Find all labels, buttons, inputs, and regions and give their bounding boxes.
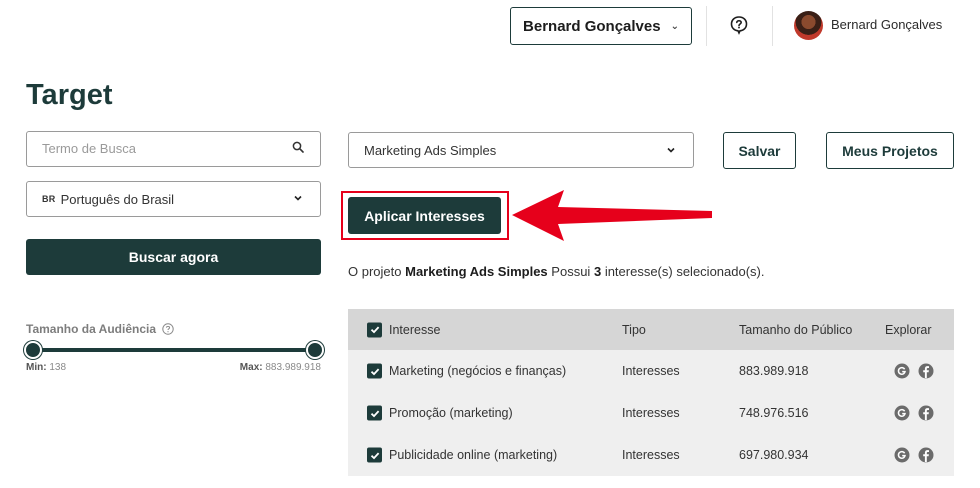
save-button[interactable]: Salvar: [723, 132, 796, 169]
page-title: Target: [26, 79, 113, 111]
summary-project: Marketing Ads Simples: [405, 264, 548, 279]
search-now-button[interactable]: Buscar agora: [26, 239, 321, 275]
project-select[interactable]: Marketing Ads Simples: [348, 132, 694, 168]
select-all-checkbox[interactable]: [367, 322, 382, 337]
audience-size: 748.976.516: [739, 406, 809, 420]
slider-max-readout: Max: 883.989.918: [230, 362, 321, 373]
col-audience-size[interactable]: Tamanho do Público: [739, 323, 852, 337]
google-icon[interactable]: [894, 363, 910, 379]
header-divider: [772, 6, 773, 46]
summary-count: 3: [593, 264, 602, 279]
min-value: 138: [49, 362, 67, 373]
pointer-arrow-icon: [512, 190, 712, 241]
account-select[interactable]: Bernard Gonçalves ⌄: [510, 7, 692, 45]
google-icon[interactable]: [894, 405, 910, 421]
table-row: Promoção (marketing) Interesses 748.976.…: [348, 392, 954, 434]
col-interest[interactable]: Interesse: [389, 323, 440, 337]
table-row: Publicidade online (marketing) Interesse…: [348, 434, 954, 476]
audience-size: 883.989.918: [739, 364, 809, 378]
col-type[interactable]: Tipo: [622, 323, 646, 337]
max-value: 883.989.918: [265, 362, 321, 373]
interest-type: Interesses: [622, 406, 680, 420]
summary-prefix: O projeto: [348, 264, 402, 279]
language-select[interactable]: BR Português do Brasil: [26, 181, 321, 217]
account-select-label: Bernard Gonçalves: [523, 17, 661, 35]
max-label: Max:: [239, 362, 263, 373]
user-name[interactable]: Bernard Gonçalves: [831, 17, 942, 32]
interest-name: Promoção (marketing): [389, 406, 513, 420]
google-icon[interactable]: [894, 447, 910, 463]
col-explore: Explorar: [885, 322, 932, 337]
facebook-icon[interactable]: [918, 447, 934, 463]
audience-size: 697.980.934: [739, 448, 809, 462]
flag-icon: BR: [42, 194, 56, 204]
explore-links: [894, 405, 934, 421]
explore-links: [894, 447, 934, 463]
search-field[interactable]: [26, 131, 321, 167]
audience-size-label: Tamanho da Audiência: [26, 322, 174, 336]
slider-min-readout: Min: 138: [26, 362, 66, 373]
table-header: Interesse Tipo Tamanho do Público Explor…: [348, 309, 954, 350]
facebook-icon[interactable]: [918, 363, 934, 379]
summary-middle: Possui: [551, 264, 591, 279]
audience-slider-track[interactable]: [32, 348, 315, 352]
min-label: Min:: [26, 362, 47, 373]
interest-name: Publicidade online (marketing): [389, 448, 558, 462]
project-select-label: Marketing Ads Simples: [364, 142, 497, 158]
search-input[interactable]: [42, 141, 282, 156]
my-projects-button[interactable]: Meus Projetos: [826, 132, 954, 169]
selection-summary: O projeto Marketing Ads Simples Possui 3…: [348, 264, 765, 279]
row-checkbox[interactable]: [367, 405, 382, 421]
slider-min-handle[interactable]: [24, 341, 42, 359]
chevron-down-icon: ⌄: [670, 20, 679, 32]
apply-interests-button[interactable]: Aplicar Interesses: [348, 197, 501, 234]
row-checkbox[interactable]: [367, 363, 382, 379]
info-icon[interactable]: [162, 323, 174, 335]
interest-type: Interesses: [622, 448, 680, 462]
interest-type: Interesses: [622, 364, 680, 378]
interests-table: Interesse Tipo Tamanho do Público Explor…: [348, 309, 954, 476]
help-icon[interactable]: [729, 15, 749, 35]
explore-links: [894, 363, 934, 379]
row-checkbox[interactable]: [367, 447, 382, 463]
header-divider: [706, 6, 707, 46]
avatar[interactable]: [794, 11, 823, 40]
slider-max-handle[interactable]: [306, 341, 324, 359]
interest-name: Marketing (negócios e finanças): [389, 364, 567, 378]
audience-size-text: Tamanho da Audiência: [26, 322, 157, 336]
facebook-icon[interactable]: [918, 405, 934, 421]
search-icon[interactable]: [292, 141, 304, 153]
table-row: Marketing (negócios e finanças) Interess…: [348, 350, 954, 392]
chevron-down-icon: [667, 147, 675, 153]
language-label: Português do Brasil: [60, 191, 175, 207]
summary-suffix: interesse(s) selecionado(s).: [604, 264, 765, 279]
chevron-down-icon: [294, 195, 302, 201]
